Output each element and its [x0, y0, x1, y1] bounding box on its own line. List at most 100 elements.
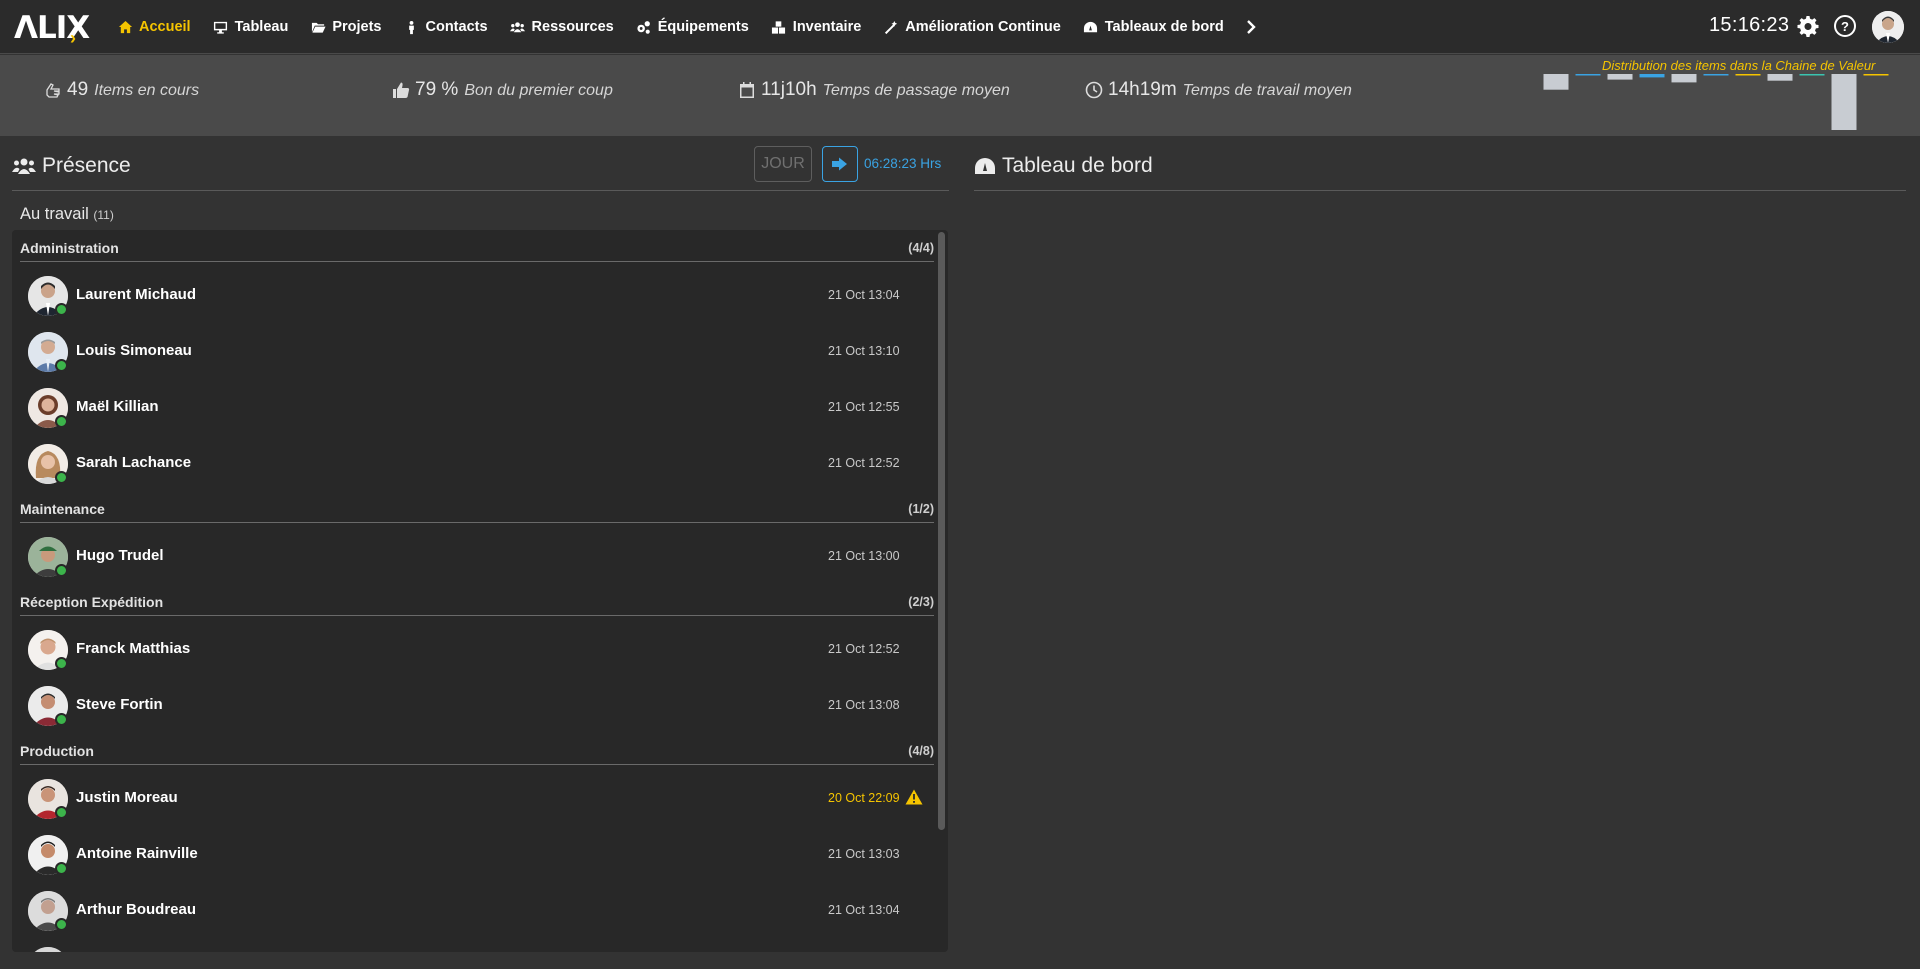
person-row[interactable]: Louis Simoneau 21 Oct 13:10 [12, 324, 932, 380]
kpi-label: Bon du premier coup [464, 82, 613, 99]
online-status-dot [55, 657, 68, 670]
at-work-count: (11) [93, 208, 114, 222]
clock-icon [1085, 81, 1103, 99]
distribution-bar[interactable] [1639, 74, 1665, 78]
app-logo[interactable]: ΛLIX › [14, 8, 90, 48]
nav-item-accueil[interactable]: Accueil [106, 0, 202, 54]
nav-item-projets[interactable]: Projets [299, 0, 392, 54]
online-status-dot [55, 471, 68, 484]
nav-item-inventaire[interactable]: Inventaire [760, 0, 873, 54]
nav-label: Inventaire [792, 19, 862, 35]
distribution-chart[interactable] [1540, 71, 1892, 133]
kpi-lead-time: 11j10h Temps de passage moyen [738, 79, 1010, 101]
person-row[interactable]: Antoine Rainville 21 Oct 13:03 [12, 827, 932, 883]
clock-in-time: 21 Oct 13:10 [828, 344, 900, 358]
distribution-bar[interactable] [1863, 74, 1889, 76]
logo-text: ΛLIX [14, 10, 90, 46]
clock-in-time: 21 Oct 12:52 [828, 642, 900, 656]
clock-in-time: 21 Oct 12:52 [828, 456, 900, 470]
person-row-partial[interactable] [12, 939, 932, 952]
person-row[interactable]: Steve Fortin 21 Oct 13:08 [12, 678, 932, 734]
logo-chevron-icon: › [70, 28, 76, 48]
nav-item-ressources[interactable]: Ressources [499, 0, 625, 54]
kpi-bar: 49 Items en cours 79 % Bon du premier co… [0, 55, 1920, 136]
kpi-first-time-right: 79 % Bon du premier coup [392, 79, 613, 101]
clock-in-time: 20 Oct 22:09 [828, 791, 900, 805]
distribution-bar[interactable] [1543, 74, 1569, 90]
online-status-dot [55, 564, 68, 577]
person-icon [403, 19, 419, 35]
person-name: Franck Matthias [76, 640, 191, 657]
distribution-bar[interactable] [1799, 74, 1825, 76]
group-count: (1/2) [908, 501, 934, 516]
nav-label: Contacts [425, 19, 488, 35]
cogs-icon [636, 19, 652, 35]
distribution-bar[interactable] [1703, 74, 1729, 76]
person-row[interactable]: Maël Killian 21 Oct 12:55 [12, 380, 932, 436]
kpi-label: Temps de passage moyen [822, 82, 1010, 99]
distribution-bar[interactable] [1831, 74, 1857, 130]
person-row[interactable]: Laurent Michaud 21 Oct 13:04 [12, 268, 932, 324]
person-row[interactable]: Sarah Lachance 21 Oct 12:52 [12, 436, 932, 492]
distribution-bar[interactable] [1767, 74, 1793, 81]
nav-item-amelioration-continue[interactable]: Amélioration Continue [872, 0, 1071, 54]
distribution-bar[interactable] [1735, 74, 1761, 76]
group-header-administration: Administration (4/4) [20, 234, 934, 262]
online-status-dot [55, 806, 68, 819]
day-button[interactable]: JOUR [754, 146, 812, 182]
clock: 15:16:23 [1709, 14, 1790, 36]
clock-in-time: 21 Oct 13:00 [828, 549, 900, 563]
at-work-heading: Au travail (11) [20, 205, 114, 224]
online-status-dot [55, 303, 68, 316]
presence-title: Présence [12, 154, 131, 178]
person-row[interactable]: Franck Matthias 21 Oct 12:52 [12, 622, 932, 678]
main-nav: Accueil Tableau Projets Contacts Ressour… [106, 0, 1263, 54]
magic-wand-icon [883, 19, 899, 35]
online-status-dot [55, 713, 68, 726]
nav-item-contacts[interactable]: Contacts [392, 0, 498, 54]
person-row[interactable]: Justin Moreau 20 Oct 22:09 [12, 771, 932, 827]
nav-item-tableaux-de-bord[interactable]: Tableaux de bord [1072, 0, 1235, 54]
presence-header: Présence JOUR 06:28:23 Hrs [12, 146, 949, 191]
avatar [28, 947, 68, 952]
online-status-dot [55, 918, 68, 931]
distribution-bar[interactable] [1671, 74, 1697, 83]
top-navbar: ΛLIX › Accueil Tableau Projets Contacts … [0, 0, 1920, 54]
person-row[interactable]: Hugo Trudel 21 Oct 13:00 [12, 529, 932, 585]
nav-item-tableau[interactable]: Tableau [202, 0, 300, 54]
monitor-icon [213, 19, 229, 35]
group-count: (4/4) [908, 240, 934, 255]
dashboard-icon [975, 158, 995, 174]
group-name: Production [20, 742, 94, 759]
group-name: Administration [20, 239, 119, 256]
person-name: Arthur Boudreau [76, 901, 196, 918]
presence-list[interactable]: Administration (4/4) Laurent Michaud 21 … [12, 230, 948, 952]
distribution-bar[interactable] [1575, 74, 1601, 76]
group-header-maintenance: Maintenance (1/2) [20, 495, 934, 523]
online-status-dot [55, 359, 68, 372]
dashboard-title-text: Tableau de bord [1002, 154, 1153, 177]
at-work-label: Au travail [20, 205, 89, 223]
presence-timer: 06:28:23 Hrs [864, 156, 942, 171]
presence-title-text: Présence [42, 154, 131, 177]
distribution-bar[interactable] [1607, 74, 1633, 80]
person-name: Laurent Michaud [76, 286, 197, 303]
warning-icon [905, 789, 923, 805]
dashboard-header: Tableau de bord [974, 146, 1906, 191]
nav-label: Ressources [531, 19, 614, 35]
group-name: Réception Expédition [20, 593, 164, 610]
home-icon [117, 19, 133, 35]
help-icon[interactable]: ? [1834, 15, 1856, 37]
kpi-work-time: 14h19m Temps de travail moyen [1085, 79, 1352, 101]
kpi-value: 14h19m [1108, 79, 1177, 100]
nav-label: Équipements [657, 19, 749, 35]
clock-in-time: 21 Oct 13:04 [828, 288, 900, 302]
settings-gear-icon[interactable] [1797, 15, 1819, 37]
clock-out-button[interactable] [822, 146, 858, 182]
presence-list-scrollbar[interactable] [938, 232, 945, 830]
nav-item-equipements[interactable]: Équipements [625, 0, 760, 54]
user-avatar[interactable] [1872, 11, 1904, 43]
person-row[interactable]: Arthur Boudreau 21 Oct 13:04 [12, 883, 932, 939]
kpi-label: Temps de travail moyen [1182, 82, 1352, 99]
nav-more-chevron-right-icon[interactable] [1239, 0, 1263, 54]
